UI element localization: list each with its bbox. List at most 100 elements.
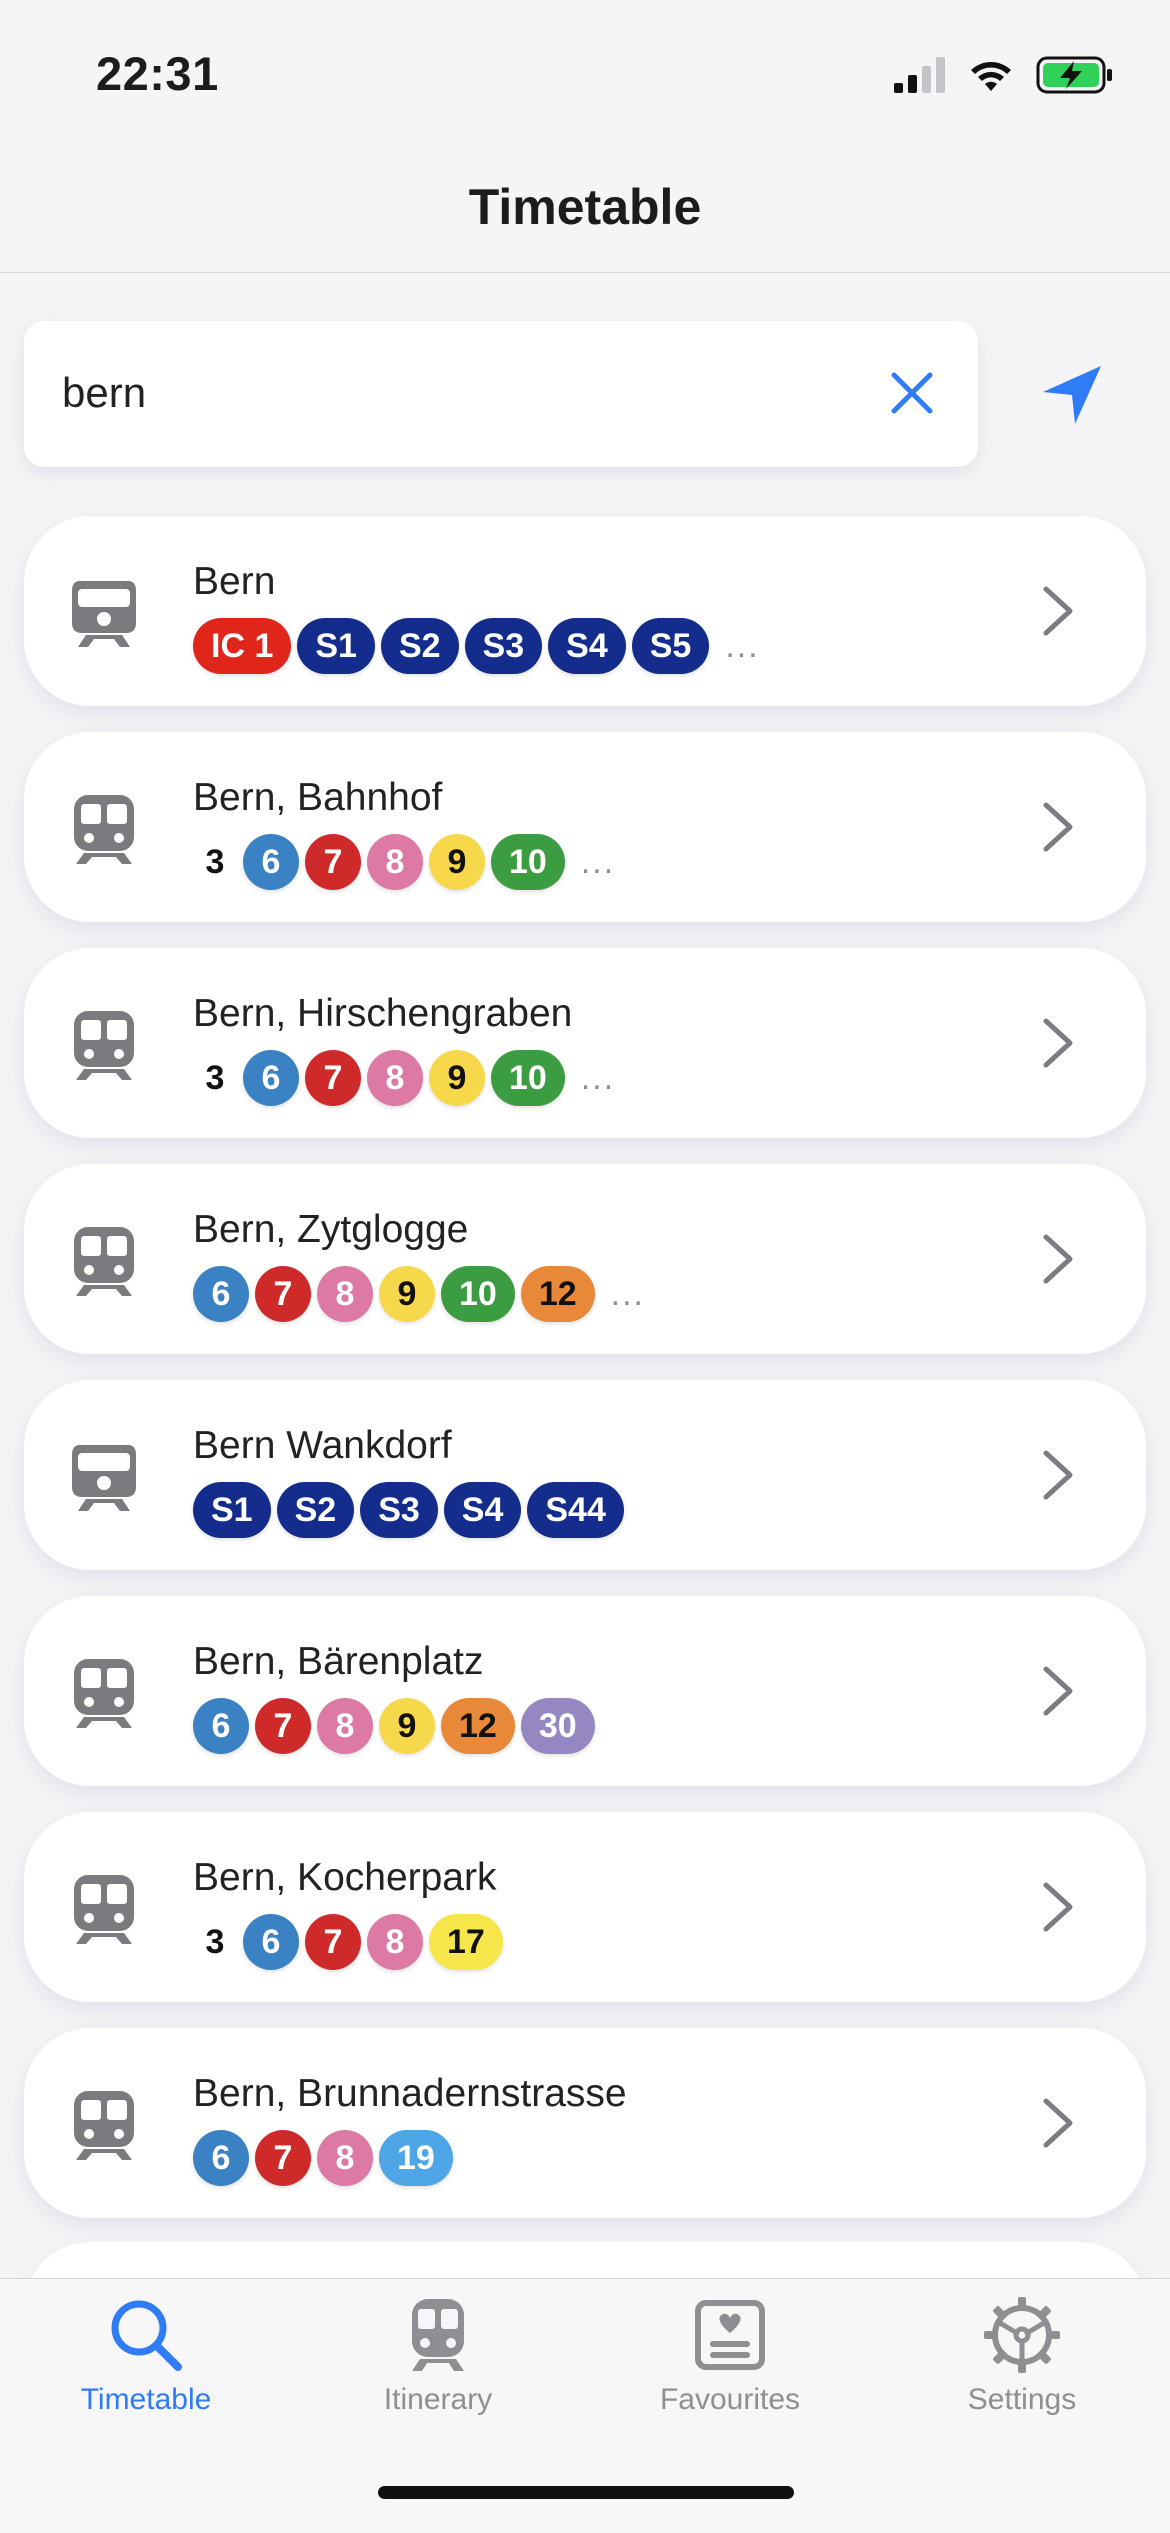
tram-icon xyxy=(70,2089,138,2161)
line-badges: 3 6 7 8 9 10... xyxy=(193,834,615,890)
line-badge: 7 xyxy=(255,1698,311,1754)
tram-icon xyxy=(70,1873,138,1945)
station-result-card[interactable]: Bern, Bahnhof 3 6 7 8 9 10... xyxy=(24,732,1146,922)
line-badge: 6 xyxy=(243,1914,299,1970)
location-arrow-icon[interactable] xyxy=(1039,363,1105,429)
line-badge: 12 xyxy=(520,1266,595,1322)
line-badge: 8 xyxy=(367,1914,423,1970)
line-badges: 6 7 8 19 xyxy=(193,2130,453,2186)
chevron-right-icon xyxy=(1043,802,1073,852)
chevron-right-icon xyxy=(1043,1450,1073,1500)
station-result-card[interactable]: Bern, Bärenplatz 6 7 8 9 12 30 xyxy=(24,1596,1146,1786)
station-result-card[interactable]: Bern, Hirschengraben 3 6 7 8 9 10... xyxy=(24,948,1146,1138)
more-lines-indicator: ... xyxy=(580,842,616,881)
line-badge: 8 xyxy=(317,2130,373,2186)
line-badge: 30 xyxy=(520,1698,595,1754)
search-icon[interactable] xyxy=(106,2295,186,2375)
line-badges: 6 7 8 9 10 12... xyxy=(193,1266,645,1322)
line-badge: 10 xyxy=(441,1266,515,1322)
line-badge: 9 xyxy=(429,1050,485,1106)
line-badge: S1 xyxy=(193,1482,271,1538)
line-badge: 3 xyxy=(205,1058,225,1097)
cellular-signal-icon xyxy=(894,57,945,93)
line-badge: S3 xyxy=(464,618,543,674)
home-indicator xyxy=(378,2486,794,2499)
line-badge: 10 xyxy=(491,834,565,890)
chevron-right-icon xyxy=(1043,1882,1073,1932)
station-name: Bern xyxy=(193,560,276,603)
line-badge: 8 xyxy=(367,834,423,890)
line-badge: 8 xyxy=(317,1698,373,1754)
station-result-card[interactable]: Bern, Brunnadernstrasse 6 7 8 19 xyxy=(24,2028,1146,2218)
search-input-value[interactable]: bern xyxy=(62,369,146,417)
tab-settings[interactable]: Settings xyxy=(876,2279,1168,2439)
line-badge: 7 xyxy=(255,1266,311,1322)
current-location-button[interactable] xyxy=(1028,352,1116,440)
tab-itinerary-label: Itinerary xyxy=(383,2383,493,2416)
line-badge: 3 xyxy=(205,1922,225,1961)
chevron-right-icon xyxy=(1043,1018,1073,1068)
tram-icon xyxy=(70,1657,138,1729)
gear-icon[interactable] xyxy=(982,2295,1062,2375)
line-badge: S2 xyxy=(276,1482,355,1538)
line-badge: S4 xyxy=(443,1482,522,1538)
tram-icon xyxy=(70,1009,138,1081)
station-result-card[interactable]: Bern IC 1 S1 S2 S3 S4 S5... xyxy=(24,516,1146,706)
line-badge: 6 xyxy=(193,1698,249,1754)
wifi-icon xyxy=(971,62,1011,91)
tab-timetable[interactable]: Timetable xyxy=(0,2279,292,2439)
line-badge: S2 xyxy=(380,618,459,674)
station-name: Bern, Kocherpark xyxy=(193,1856,497,1899)
tab-itinerary[interactable]: Itinerary xyxy=(292,2279,584,2439)
chevron-right-icon xyxy=(1043,2098,1073,2148)
tab-timetable-label: Timetable xyxy=(80,2383,212,2416)
line-badge: 7 xyxy=(305,1050,361,1106)
clear-search-button[interactable] xyxy=(880,361,944,425)
line-badges: IC 1 S1 S2 S3 S4 S5... xyxy=(193,618,760,674)
line-badge: 19 xyxy=(379,2130,453,2186)
chevron-right-icon xyxy=(1043,1234,1073,1284)
search-input[interactable]: bern xyxy=(24,321,978,467)
chevron-right-icon xyxy=(1043,586,1073,636)
line-badge: 9 xyxy=(379,1266,435,1322)
station-name: Bern, Bahnhof xyxy=(193,776,443,819)
favourites-icon[interactable] xyxy=(690,2295,770,2375)
line-badge: 8 xyxy=(367,1050,423,1106)
more-lines-indicator: ... xyxy=(580,1058,616,1097)
line-badge: 9 xyxy=(379,1698,435,1754)
tab-favourites-label: Favourites xyxy=(659,2383,801,2416)
more-lines-indicator: ... xyxy=(610,1274,645,1313)
line-badge: 9 xyxy=(429,834,485,890)
line-badge: 17 xyxy=(429,1914,503,1970)
station-result-card[interactable]: Bern, Kocherpark 3 6 7 8 17 xyxy=(24,1812,1146,2002)
line-badges: 3 6 7 8 9 10... xyxy=(193,1050,615,1106)
line-badge: S5 xyxy=(631,618,710,674)
tab-favourites[interactable]: Favourites xyxy=(584,2279,876,2439)
tram-icon[interactable] xyxy=(398,2295,478,2375)
line-badge: IC 1 xyxy=(193,618,292,674)
station-result-card[interactable]: Bern Wankdorf S1 S2 S3 S4 S44 xyxy=(24,1380,1146,1570)
tram-icon xyxy=(70,793,138,865)
station-name: Bern Wankdorf xyxy=(193,1424,452,1467)
station-name: Bern, Brunnadernstrasse xyxy=(193,2072,627,2115)
close-icon[interactable] xyxy=(889,370,935,416)
battery-charging-icon xyxy=(1036,56,1112,94)
station-result-card[interactable]: Bern, Zytglogge 6 7 8 9 10 12... xyxy=(24,1164,1146,1354)
line-badge: S1 xyxy=(297,618,375,674)
line-badges: 6 7 8 9 12 30 xyxy=(193,1698,595,1754)
chevron-right-icon xyxy=(1043,1666,1073,1716)
train-icon xyxy=(70,577,138,649)
line-badge: 7 xyxy=(255,2130,311,2186)
line-badge: 8 xyxy=(317,1266,373,1322)
station-name: Bern, Bärenplatz xyxy=(193,1640,484,1683)
line-badge: S44 xyxy=(527,1482,624,1538)
train-icon xyxy=(70,1441,138,1513)
line-badge: 6 xyxy=(243,834,299,890)
line-badge: 6 xyxy=(193,2130,249,2186)
line-badge: 6 xyxy=(243,1050,299,1106)
more-lines-indicator: ... xyxy=(725,626,760,665)
tab-settings-label: Settings xyxy=(967,2383,1077,2416)
line-badge: S3 xyxy=(360,1482,438,1538)
line-badges: S1 S2 S3 S4 S44 xyxy=(193,1482,624,1538)
station-name: Bern, Zytglogge xyxy=(193,1208,469,1251)
